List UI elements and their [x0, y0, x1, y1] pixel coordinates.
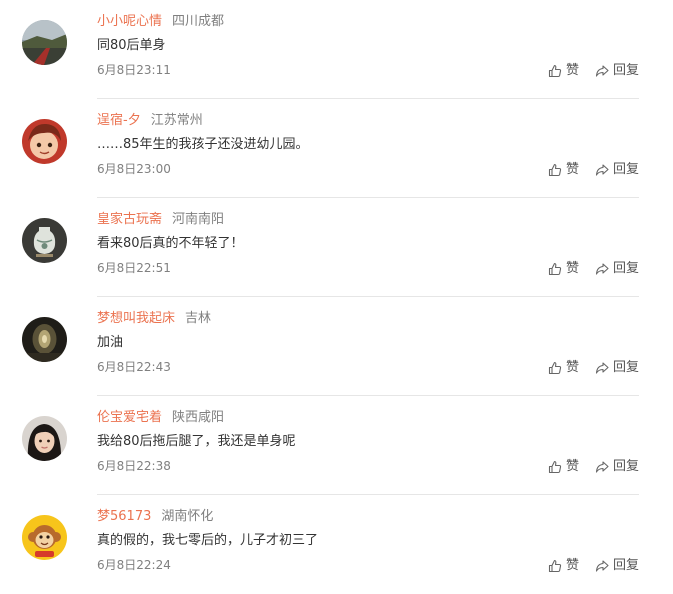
tunnel-avatar[interactable]: [22, 317, 67, 362]
like-button[interactable]: 赞: [548, 360, 579, 376]
comment-item: 小小呢心情 四川成都 同80后单身 6月8日23:11 赞 回复: [0, 0, 673, 99]
antique-vase-avatar[interactable]: [22, 218, 67, 263]
user-location: 湖南怀化: [161, 509, 214, 524]
reply-label: 回复: [612, 360, 639, 375]
like-button[interactable]: 赞: [548, 162, 579, 178]
comment-item: 梦想叫我起床 吉林 加油 6月8日22:43 赞 回复: [0, 297, 673, 396]
reply-button[interactable]: 回复: [595, 261, 639, 277]
comment-item: 皇家古玩斋 河南南阳 看来80后真的不年轻了！ 6月8日22:51 赞 回复: [0, 198, 673, 297]
comment-text: 看来80后真的不年轻了！: [97, 236, 244, 251]
monkey-avatar[interactable]: [22, 515, 67, 560]
comment-actions: 赞 回复: [548, 360, 639, 376]
thumbs-up-icon: [548, 163, 562, 177]
reply-arrow-icon: [595, 65, 609, 77]
reply-arrow-icon: [595, 560, 609, 572]
comment-actions: 赞 回复: [548, 261, 639, 277]
comment-time: 6月8日22:38: [97, 459, 171, 473]
cartoon-girl-avatar[interactable]: [22, 119, 67, 164]
thumbs-up-icon: [548, 460, 562, 474]
like-label: 赞: [565, 459, 579, 474]
comment-meta: 小小呢心情 四川成都: [97, 13, 224, 31]
user-location: 四川成都: [172, 14, 225, 29]
comment-actions: 赞 回复: [548, 63, 639, 79]
comment-item: 伦宝爱宅着 陕西咸阳 我给80后拖后腿了，我还是单身呢 6月8日22:38 赞 回…: [0, 396, 673, 495]
comment-actions: 赞 回复: [548, 558, 639, 574]
username-link[interactable]: 梦56173: [97, 509, 151, 524]
reply-button[interactable]: 回复: [595, 63, 639, 79]
username-link[interactable]: 逞宿-夕: [97, 113, 141, 128]
like-button[interactable]: 赞: [548, 558, 579, 574]
comment-text: 同80后单身: [97, 38, 166, 53]
comment-actions: 赞 回复: [548, 162, 639, 178]
reply-label: 回复: [612, 558, 639, 573]
landscape-avatar[interactable]: [22, 20, 67, 65]
user-location: 陕西咸阳: [172, 410, 225, 425]
comment-time: 6月8日22:43: [97, 360, 171, 374]
comment-text: 真的假的，我七零后的，儿子才初三了: [97, 533, 319, 548]
user-location: 吉林: [185, 311, 212, 326]
comment-item: 梦56173 湖南怀化 真的假的，我七零后的，儿子才初三了 6月8日22:24 赞…: [0, 495, 673, 594]
reply-arrow-icon: [595, 362, 609, 374]
thumbs-up-icon: [548, 559, 562, 573]
like-label: 赞: [565, 261, 579, 276]
comment-meta: 逞宿-夕 江苏常州: [97, 112, 203, 130]
comment-meta: 梦想叫我起床 吉林: [97, 310, 211, 328]
reply-label: 回复: [612, 162, 639, 177]
username-link[interactable]: 小小呢心情: [97, 14, 162, 29]
reply-arrow-icon: [595, 164, 609, 176]
comment-text: ……85年生的我孩子还没进幼儿园。: [97, 137, 309, 152]
comment-time: 6月8日23:11: [97, 63, 171, 77]
comment-time: 6月8日22:24: [97, 558, 171, 572]
comment-meta: 皇家古玩斋 河南南阳: [97, 211, 224, 229]
reply-button[interactable]: 回复: [595, 360, 639, 376]
reply-label: 回复: [612, 261, 639, 276]
comment-meta: 伦宝爱宅着 陕西咸阳: [97, 409, 224, 427]
comment-time: 6月8日23:00: [97, 162, 171, 176]
reply-label: 回复: [612, 63, 639, 78]
thumbs-up-icon: [548, 361, 562, 375]
reply-arrow-icon: [595, 263, 609, 275]
comment-text: 我给80后拖后腿了，我还是单身呢: [97, 434, 296, 449]
comment-actions: 赞 回复: [548, 459, 639, 475]
girl-photo-avatar[interactable]: [22, 416, 67, 461]
like-button[interactable]: 赞: [548, 63, 579, 79]
user-location: 河南南阳: [172, 212, 225, 227]
reply-arrow-icon: [595, 461, 609, 473]
thumbs-up-icon: [548, 64, 562, 78]
like-button[interactable]: 赞: [548, 261, 579, 277]
comment-time: 6月8日22:51: [97, 261, 171, 275]
reply-button[interactable]: 回复: [595, 162, 639, 178]
reply-button[interactable]: 回复: [595, 459, 639, 475]
comment-meta: 梦56173 湖南怀化: [97, 508, 213, 526]
comment-item: 逞宿-夕 江苏常州 ……85年生的我孩子还没进幼儿园。 6月8日23:00 赞 回…: [0, 99, 673, 198]
comment-text: 加油: [97, 335, 124, 350]
username-link[interactable]: 皇家古玩斋: [97, 212, 162, 227]
user-location: 江苏常州: [150, 113, 203, 128]
like-label: 赞: [565, 63, 579, 78]
username-link[interactable]: 伦宝爱宅着: [97, 410, 162, 425]
like-button[interactable]: 赞: [548, 459, 579, 475]
reply-button[interactable]: 回复: [595, 558, 639, 574]
thumbs-up-icon: [548, 262, 562, 276]
like-label: 赞: [565, 360, 579, 375]
like-label: 赞: [565, 558, 579, 573]
reply-label: 回复: [612, 459, 639, 474]
username-link[interactable]: 梦想叫我起床: [97, 311, 175, 326]
comment-list: 小小呢心情 四川成都 同80后单身 6月8日23:11 赞 回复 逞宿-夕 江苏…: [0, 0, 673, 590]
like-label: 赞: [565, 162, 579, 177]
